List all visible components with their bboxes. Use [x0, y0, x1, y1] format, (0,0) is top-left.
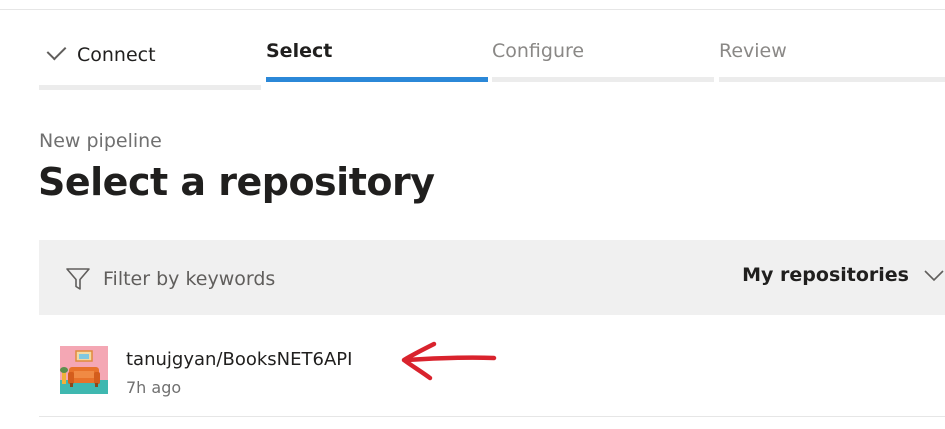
repo-name: tanujgyan/BooksNET6API	[126, 349, 353, 370]
top-divider	[0, 9, 945, 10]
step-connect-label: Connect	[77, 44, 156, 66]
step-configure-label: Configure	[492, 40, 585, 62]
step-select-label: Select	[266, 40, 333, 62]
step-connect-progress	[39, 85, 261, 90]
filter-keywords-input[interactable]	[103, 264, 403, 294]
step-configure-progress	[492, 77, 714, 82]
repo-avatar-icon	[60, 346, 108, 394]
repository-scope-label: My repositories	[742, 264, 909, 286]
filter-bar: My repositories	[39, 240, 945, 315]
step-configure[interactable]: Configure	[492, 40, 714, 92]
repo-updated-time: 7h ago	[126, 378, 182, 397]
page-title: Select a repository	[38, 160, 435, 204]
chevron-down-icon	[924, 270, 944, 282]
repository-scope-dropdown[interactable]: My repositories	[742, 264, 945, 286]
filter-icon	[66, 268, 90, 290]
page-subtitle: New pipeline	[39, 130, 162, 152]
step-review-progress	[719, 77, 945, 82]
step-connect[interactable]: Connect	[39, 40, 261, 92]
step-review[interactable]: Review	[719, 40, 945, 92]
annotation-arrow-icon	[401, 341, 497, 381]
checkmark-icon	[46, 40, 67, 61]
step-select-progress	[266, 77, 488, 82]
step-select[interactable]: Select	[266, 40, 488, 92]
step-review-label: Review	[719, 40, 787, 62]
